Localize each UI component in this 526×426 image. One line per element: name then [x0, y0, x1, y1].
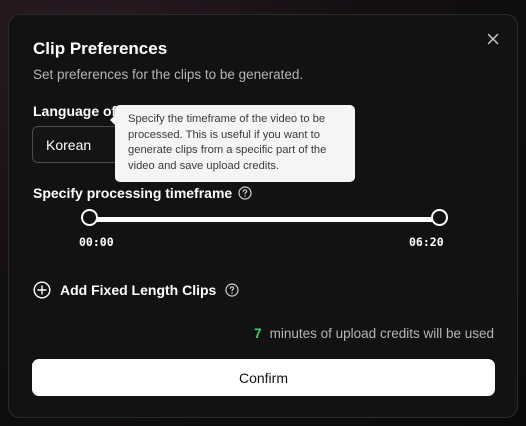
timeframe-section-label: Specify processing timeframe: [33, 185, 252, 201]
timeframe-end-time: 06:20: [409, 235, 444, 249]
credits-text: minutes of upload credits will be used: [269, 326, 494, 341]
credits-minutes-count: 7: [254, 326, 262, 341]
help-circle-icon: [225, 283, 239, 297]
timeframe-end-handle[interactable]: [430, 209, 448, 226]
add-fixed-length-clips-button[interactable]: Add Fixed Length Clips: [33, 281, 239, 299]
dialog-title: Clip Preferences: [33, 39, 168, 58]
timeframe-label-text: Specify processing timeframe: [33, 185, 233, 201]
fixed-length-help-button[interactable]: [225, 283, 239, 297]
tooltip-text: Specify the timeframe of the video to be…: [128, 113, 327, 172]
dialog-subtitle: Set preferences for the clips to be gene…: [33, 67, 304, 82]
close-button[interactable]: [485, 31, 501, 47]
clip-preferences-dialog: Clip Preferences Set preferences for the…: [8, 14, 518, 418]
language-select-value: Korean: [46, 137, 92, 153]
tooltip-arrow: [110, 115, 115, 125]
timeframe-slider-track[interactable]: [89, 217, 439, 222]
upload-credits-note: 7 minutes of upload credits will be used: [254, 326, 494, 341]
add-fixed-length-clips-label: Add Fixed Length Clips: [60, 282, 217, 298]
confirm-button[interactable]: Confirm: [32, 359, 495, 396]
close-icon: [487, 33, 499, 45]
timeframe-start-time: 00:00: [79, 235, 114, 249]
timeframe-help-button[interactable]: [238, 186, 252, 200]
timeframe-start-handle[interactable]: [80, 209, 98, 226]
timeframe-tooltip: Specify the timeframe of the video to be…: [110, 105, 355, 182]
plus-circle-icon: [33, 281, 51, 299]
language-label: Language of: [33, 103, 117, 119]
help-circle-icon: [238, 186, 252, 200]
